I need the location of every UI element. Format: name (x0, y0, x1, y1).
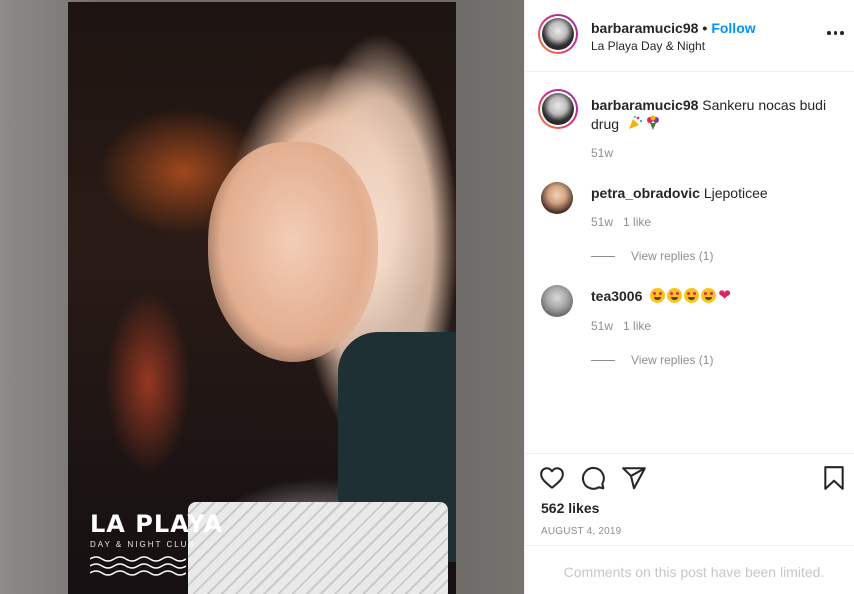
star-struck-emoji-icon (667, 288, 683, 303)
logo-sub-text: DAY & NIGHT CLUB (90, 540, 196, 549)
view-replies-label: View replies (1) (631, 353, 714, 367)
post-date[interactable]: AUGUST 4, 2019 (541, 526, 621, 537)
party-popper-emoji-icon (628, 116, 643, 129)
comment-likes[interactable]: 1 like (623, 215, 651, 229)
replies-line (591, 255, 615, 257)
likes-count[interactable]: 562 likes (541, 500, 599, 516)
waves-icon (89, 556, 187, 576)
author-avatar[interactable] (538, 14, 578, 54)
comment-time[interactable]: 51w (591, 215, 613, 229)
comment-text: Ljepoticee (703, 185, 768, 201)
author-username[interactable]: barbaramucic98 (591, 20, 698, 36)
post-actions: 562 likes AUGUST 4, 2019 (525, 453, 854, 545)
comment-meta: 51w 1 like (591, 319, 651, 333)
caption-avatar[interactable] (538, 89, 578, 129)
comment-time[interactable]: 51w (591, 319, 613, 333)
comment-username[interactable]: tea3006 (591, 288, 642, 304)
comment-avatar[interactable] (541, 285, 573, 317)
replies-line (591, 359, 615, 361)
post-photo[interactable]: LA PLAYA DAY & NIGHT CLUB (68, 2, 456, 594)
comment-meta: 51w 1 like (591, 215, 651, 229)
caption-text-block: barbaramucic98 Sankeru nocas budi drug (591, 96, 841, 134)
star-struck-emoji-icon (701, 288, 717, 303)
separator-dot: • (702, 20, 708, 36)
post-side-panel: barbaramucic98 • Follow La Playa Day & Nig… (524, 0, 854, 594)
comment-text-block: petra_obradovic Ljepoticee (591, 185, 768, 201)
comment-avatar[interactable] (541, 182, 573, 214)
comment-icon[interactable] (580, 465, 606, 491)
caption-time[interactable]: 51w (591, 146, 613, 160)
comments-limited-notice: Comments on this post have been limited. (525, 545, 854, 594)
post-location[interactable]: La Playa Day & Night (591, 39, 705, 53)
comment-text-block: tea3006 ❤ (591, 288, 731, 304)
follow-button[interactable]: Follow (711, 20, 755, 36)
comments-limited-text: Comments on this post have been limited. (563, 564, 825, 580)
caption-emojis (627, 115, 661, 131)
comment-likes[interactable]: 1 like (623, 319, 651, 333)
share-icon[interactable] (621, 465, 647, 491)
comment-username[interactable]: petra_obradovic (591, 185, 700, 201)
view-replies-button[interactable]: View replies (1) (591, 353, 713, 367)
red-heart-emoji-icon: ❤ (718, 287, 731, 304)
post-media-panel: LA PLAYA DAY & NIGHT CLUB (0, 0, 524, 594)
more-options-icon[interactable] (827, 26, 847, 40)
bookmark-icon[interactable] (821, 465, 847, 491)
logo-main-text: LA PLAYA (90, 510, 224, 538)
star-struck-emoji-icon (650, 288, 666, 303)
bouquet-emoji-icon (646, 115, 659, 130)
photo-face-shape (208, 142, 378, 362)
comment-emojis: ❤ (650, 288, 731, 303)
star-struck-emoji-icon (684, 288, 700, 303)
comments-section[interactable]: barbaramucic98 Sankeru nocas budi drug 5… (525, 73, 854, 453)
view-replies-button[interactable]: View replies (1) (591, 249, 713, 263)
header-username-row: barbaramucic98 • Follow (591, 20, 756, 36)
caption-username[interactable]: barbaramucic98 (591, 97, 698, 113)
view-replies-label: View replies (1) (631, 249, 714, 263)
post-header: barbaramucic98 • Follow La Playa Day & Nig… (525, 0, 854, 72)
la-playa-logo: LA PLAYA DAY & NIGHT CLUB (89, 510, 250, 590)
heart-outline-icon[interactable] (539, 465, 565, 491)
